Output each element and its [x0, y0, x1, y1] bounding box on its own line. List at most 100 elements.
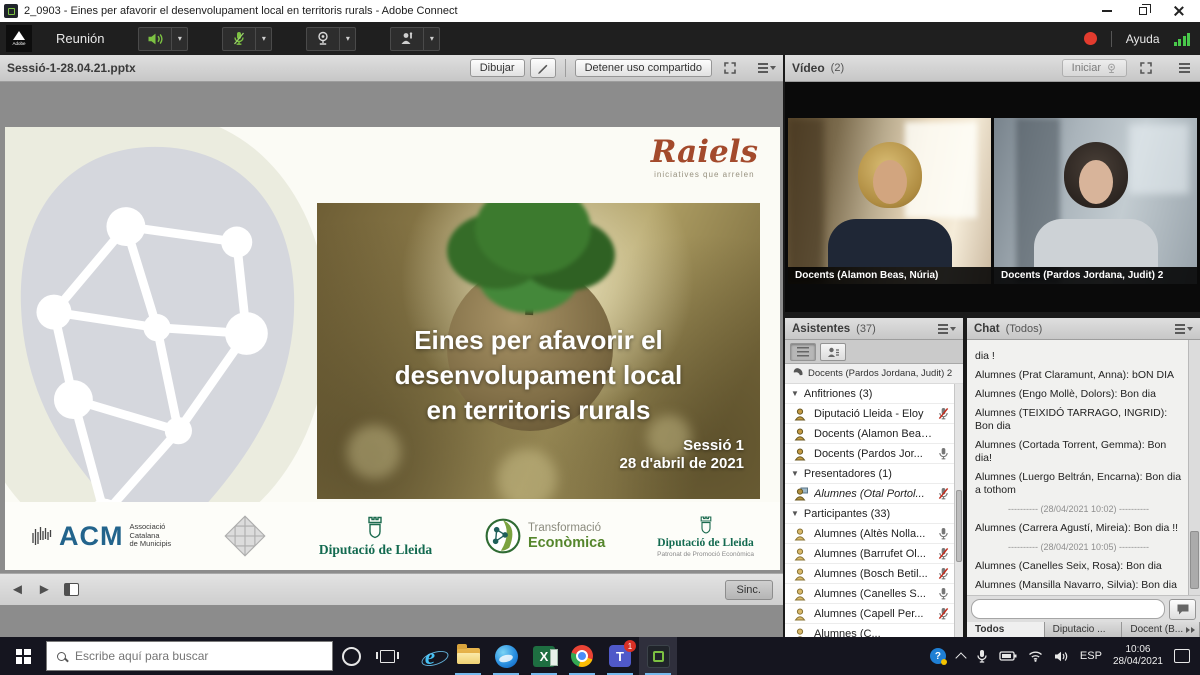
- adobe-logo: Adobe: [6, 25, 32, 52]
- cortana-button[interactable]: [333, 637, 369, 675]
- start-button[interactable]: [0, 637, 46, 675]
- attendee-row[interactable]: ▼ Alumnes (Canelles S...: [785, 584, 963, 604]
- search-input[interactable]: [75, 649, 305, 663]
- attendee-row[interactable]: ▼ Participantes (33): [785, 504, 963, 524]
- phone-attendee-row[interactable]: Docents (Pardos Jordana, Judit) 2: [785, 364, 963, 384]
- volume-icon[interactable]: [1054, 650, 1069, 663]
- status-button-group: ▾: [390, 27, 440, 51]
- speaker-button-group: ▾: [138, 27, 188, 51]
- section-collapse-icon[interactable]: ▼: [791, 469, 799, 478]
- attendees-scrollbar[interactable]: [954, 384, 963, 637]
- attendee-row[interactable]: ▼ Presentadores (1): [785, 464, 963, 484]
- chrome-button[interactable]: [563, 637, 601, 675]
- adobe-connect-taskbar-button[interactable]: [639, 637, 677, 675]
- edge-button[interactable]: [487, 637, 525, 675]
- speaker-dropdown[interactable]: ▾: [172, 27, 188, 51]
- internet-explorer-button[interactable]: e: [411, 637, 449, 675]
- chat-tab[interactable]: Todos: [967, 622, 1045, 637]
- attendee-row[interactable]: ▼ Alumnes (Capell Per...: [785, 604, 963, 624]
- sidebar-toggle-button[interactable]: [64, 583, 79, 596]
- connection-signal-icon[interactable]: [1174, 32, 1191, 46]
- chat-pod-menu-button[interactable]: [1175, 321, 1193, 337]
- file-explorer-button[interactable]: [449, 637, 487, 675]
- attendee-row[interactable]: ▼ Anfitriones (3): [785, 384, 963, 404]
- attendee-list-view-button[interactable]: [790, 343, 816, 361]
- tray-microphone-icon[interactable]: [976, 649, 988, 664]
- battery-icon[interactable]: [999, 650, 1017, 662]
- teams-button[interactable]: 1: [601, 637, 639, 675]
- attendee-role-icon: [794, 567, 808, 581]
- attendees-view-toolbar: [785, 340, 963, 364]
- start-webcam-button[interactable]: Iniciar: [1062, 59, 1127, 77]
- speaker-button[interactable]: [138, 27, 172, 51]
- internet-explorer-icon: e: [425, 645, 435, 668]
- chat-tab[interactable]: Diputacio ...: [1045, 622, 1123, 637]
- chat-pod-title: Chat: [974, 323, 1000, 335]
- microphone-button[interactable]: [222, 27, 256, 51]
- get-help-icon[interactable]: [930, 648, 946, 664]
- language-indicator[interactable]: ESP: [1080, 650, 1102, 662]
- section-collapse-icon[interactable]: ▼: [791, 389, 799, 398]
- webcam-feeds: Docents (Alamon Beas, Núria) Docents (Pa…: [788, 118, 1197, 284]
- action-center-icon[interactable]: [1174, 649, 1190, 663]
- share-pod-title: Sessió-1-28.04.21.pptx: [7, 61, 136, 75]
- webcam-button[interactable]: [306, 27, 340, 51]
- menu-reunion[interactable]: Reunión: [56, 31, 104, 46]
- microphone-dropdown[interactable]: ▾: [256, 27, 272, 51]
- chat-tab-overflow-icon[interactable]: [1181, 622, 1200, 637]
- webcam-name-label: Docents (Alamon Beas, Núria): [788, 267, 991, 284]
- chevron-up-icon[interactable]: [955, 652, 966, 663]
- share-stage: Raiels iniciatives que arrelen Eines per…: [0, 82, 783, 605]
- attendee-row[interactable]: ▼ Diputació Lleida - Eloy: [785, 404, 963, 424]
- attendee-mic-icon: [938, 527, 949, 540]
- windows-taskbar: e 1 ESP 10:06 28/0: [0, 637, 1200, 675]
- scrollbar-thumb[interactable]: [956, 490, 962, 562]
- send-message-button[interactable]: [1169, 599, 1196, 620]
- chat-input[interactable]: [971, 599, 1165, 619]
- maximize-button[interactable]: [1136, 4, 1150, 18]
- draw-button[interactable]: Dibujar: [470, 59, 525, 77]
- video-pod-menu-button[interactable]: [1175, 60, 1193, 76]
- raise-hand-button[interactable]: [390, 27, 424, 51]
- attendee-row[interactable]: ▼ Alumnes (C...: [785, 624, 963, 637]
- scrollbar-thumb[interactable]: [1190, 531, 1199, 589]
- attendee-row[interactable]: ▼ Docents (Pardos Jor...: [785, 444, 963, 464]
- pointer-pen-button[interactable]: [530, 58, 556, 78]
- attendees-pod: Asistentes (37) Docents (Pardos Jordana,…: [785, 318, 963, 637]
- phone-icon: [791, 368, 803, 380]
- attendees-pod-menu-button[interactable]: [938, 321, 956, 337]
- wifi-icon[interactable]: [1028, 650, 1043, 662]
- taskbar-search[interactable]: [46, 641, 333, 671]
- attendee-row[interactable]: ▼ Alumnes (Barrufet Ol...: [785, 544, 963, 564]
- close-button[interactable]: [1172, 4, 1186, 18]
- menu-ayuda[interactable]: Ayuda: [1126, 32, 1160, 46]
- task-view-button[interactable]: [369, 637, 405, 675]
- attendee-row[interactable]: ▼ Alumnes (Bosch Betil...: [785, 564, 963, 584]
- video-fullscreen-button[interactable]: [1133, 58, 1159, 78]
- attendee-status-view-button[interactable]: [820, 343, 846, 361]
- taskbar-clock[interactable]: 10:06 28/04/2021: [1113, 644, 1163, 669]
- next-slide-button[interactable]: ►: [37, 582, 52, 597]
- attendee-role-icon: [794, 587, 808, 601]
- restore-icon: [1139, 7, 1147, 15]
- excel-button[interactable]: [525, 637, 563, 675]
- webcam-dropdown[interactable]: ▾: [340, 27, 356, 51]
- attendee-role-icon: [794, 427, 808, 441]
- share-footer-bar: ◄ ► Sinc.: [0, 573, 783, 605]
- status-dropdown[interactable]: ▾: [424, 27, 440, 51]
- attendee-row[interactable]: ▼ Alumnes (Altès Nolla...: [785, 524, 963, 544]
- acm-logo-text: Associació Catalana de Municipis: [130, 523, 172, 549]
- sync-button[interactable]: Sinc.: [725, 580, 773, 600]
- attendee-row[interactable]: ▼ Alumnes (Otal Portol...: [785, 484, 963, 504]
- previous-slide-button[interactable]: ◄: [10, 582, 25, 597]
- minimize-button[interactable]: [1100, 4, 1114, 18]
- share-pod-menu-button[interactable]: [758, 60, 776, 76]
- attendee-name: Diputació Lleida - Eloy: [814, 408, 934, 420]
- stop-sharing-button[interactable]: Detener uso compartido: [575, 59, 712, 77]
- fullscreen-button[interactable]: [717, 58, 743, 78]
- attendee-row[interactable]: ▼ Docents (Alamon Beas, N...: [785, 424, 963, 444]
- chat-message: ---------- (28/04/2021 10:02) ----------: [975, 503, 1182, 516]
- section-collapse-icon[interactable]: ▼: [791, 509, 799, 518]
- teams-notification-badge: 1: [624, 640, 636, 652]
- chat-scrollbar[interactable]: [1188, 340, 1200, 595]
